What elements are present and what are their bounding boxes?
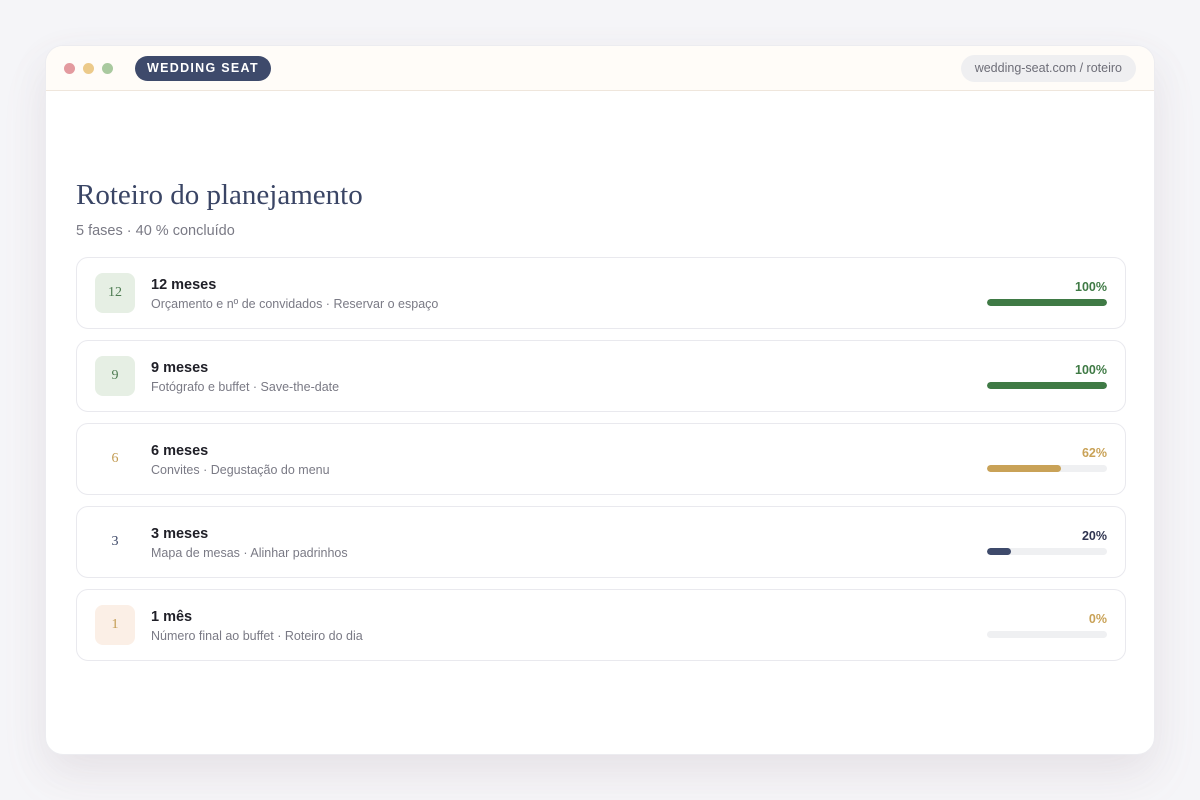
phase-badge: 1 bbox=[95, 605, 135, 645]
phase-card[interactable]: 3 3 meses Mapa de mesas · Alinhar padrin… bbox=[76, 506, 1126, 578]
progress-track bbox=[987, 299, 1107, 306]
page-title: Roteiro do planejamento bbox=[76, 179, 363, 211]
phase-badge: 9 bbox=[95, 356, 135, 396]
progress-track bbox=[987, 548, 1107, 555]
page-subtitle: 5 fases · 40 % concluído bbox=[76, 223, 235, 239]
phase-tasks: Mapa de mesas · Alinhar padrinhos bbox=[151, 546, 348, 560]
phase-tasks: Fotógrafo e buffet · Save-the-date bbox=[151, 380, 340, 394]
title-bar: WEDDING SEAT wedding-seat.com / roteiro bbox=[46, 46, 1154, 91]
brand-logo[interactable]: WEDDING SEAT bbox=[135, 56, 271, 81]
progress-fill bbox=[987, 465, 1062, 472]
phase-tasks: Número final ao buffet · Roteiro do dia bbox=[151, 629, 363, 643]
url-bar[interactable]: wedding-seat.com / roteiro bbox=[960, 55, 1136, 82]
browser-window: WEDDING SEAT wedding-seat.com / roteiro … bbox=[45, 45, 1155, 755]
phase-tasks: Convites · Degustação do menu bbox=[151, 463, 330, 477]
minimize-window-dot[interactable] bbox=[83, 63, 94, 74]
progress-track bbox=[987, 382, 1107, 389]
progress-track bbox=[987, 465, 1107, 472]
progress-fill bbox=[987, 299, 1107, 306]
maximize-window-dot[interactable] bbox=[102, 63, 113, 74]
phase-title: 1 mês bbox=[151, 609, 193, 625]
phase-badge: 12 bbox=[95, 273, 135, 313]
phase-card[interactable]: 12 12 meses Orçamento e nº de convidados… bbox=[76, 257, 1126, 329]
phase-title: 6 meses bbox=[151, 443, 209, 459]
phase-title: 9 meses bbox=[151, 360, 209, 376]
phase-card[interactable]: 6 6 meses Convites · Degustação do menu … bbox=[76, 423, 1126, 495]
progress-fill bbox=[987, 382, 1107, 389]
progress-track bbox=[987, 631, 1107, 638]
phase-card[interactable]: 9 9 meses Fotógrafo e buffet · Save-the-… bbox=[76, 340, 1126, 412]
phase-percent: 0% bbox=[1088, 612, 1107, 626]
close-window-dot[interactable] bbox=[64, 63, 75, 74]
phase-badge: 3 bbox=[95, 522, 135, 562]
phase-percent: 100% bbox=[1075, 280, 1107, 294]
phase-title: 3 meses bbox=[151, 526, 209, 542]
phase-card[interactable]: 1 1 mês Número final ao buffet · Roteiro… bbox=[76, 589, 1126, 661]
phase-percent: 20% bbox=[1081, 529, 1107, 543]
phase-badge: 6 bbox=[95, 439, 135, 479]
phase-percent: 100% bbox=[1075, 363, 1107, 377]
main-content: Roteiro do planejamento 5 fases · 40 % c… bbox=[76, 179, 1126, 661]
phase-tasks: Orçamento e nº de convidados · Reservar … bbox=[151, 297, 439, 311]
phase-percent: 62% bbox=[1081, 446, 1107, 460]
phase-title: 12 meses bbox=[151, 277, 217, 293]
progress-fill bbox=[987, 548, 1011, 555]
